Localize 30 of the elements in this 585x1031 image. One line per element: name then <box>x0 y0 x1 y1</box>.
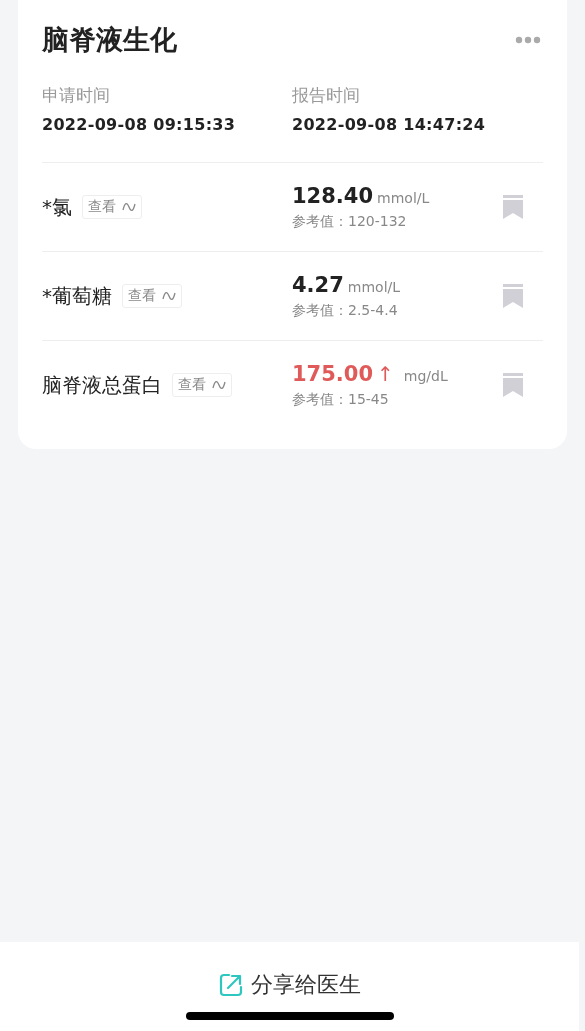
reference-range: 参考值：15-45 <box>292 390 390 409</box>
result-value: 128.40 <box>292 183 374 208</box>
report-title: 脑脊液生化 <box>42 23 177 57</box>
bookmark-icon[interactable] <box>503 195 523 219</box>
test-name: *氯 <box>42 193 72 221</box>
wave-icon <box>162 290 176 302</box>
share-icon <box>218 973 243 997</box>
up-arrow: ↑ <box>377 361 394 386</box>
view-trend-button[interactable]: 查看 <box>122 284 182 308</box>
reference-range: 参考值：2.5-4.4 <box>292 301 399 320</box>
time-value: 2022-09-08 14:47:24 <box>292 115 487 134</box>
bookmark-icon[interactable] <box>503 373 523 397</box>
wave-icon <box>212 379 226 391</box>
more-icon[interactable] <box>515 36 541 44</box>
time-label: 报告时间 <box>292 84 361 107</box>
result-value: 175.00 <box>292 361 374 386</box>
view-trend-button[interactable]: 查看 <box>82 195 142 219</box>
wave-icon <box>122 201 136 213</box>
view-trend-button[interactable]: 查看 <box>172 373 232 397</box>
test-name: 脑脊液总蛋白 <box>42 371 162 399</box>
bookmark-icon[interactable] <box>503 284 523 308</box>
share-button[interactable]: 分享给医生 <box>218 970 361 1000</box>
time-label: 申请时间 <box>42 84 111 107</box>
unit: mmol/L <box>347 278 401 295</box>
time-value: 2022-09-08 09:15:33 <box>42 115 237 134</box>
result-value: 4.27 <box>292 272 344 297</box>
unit: mmol/L <box>377 189 430 206</box>
reference-range: 参考值：120-132 <box>292 212 408 231</box>
test-name: *葡萄糖 <box>42 282 112 310</box>
unit: mg/dL <box>403 367 448 384</box>
